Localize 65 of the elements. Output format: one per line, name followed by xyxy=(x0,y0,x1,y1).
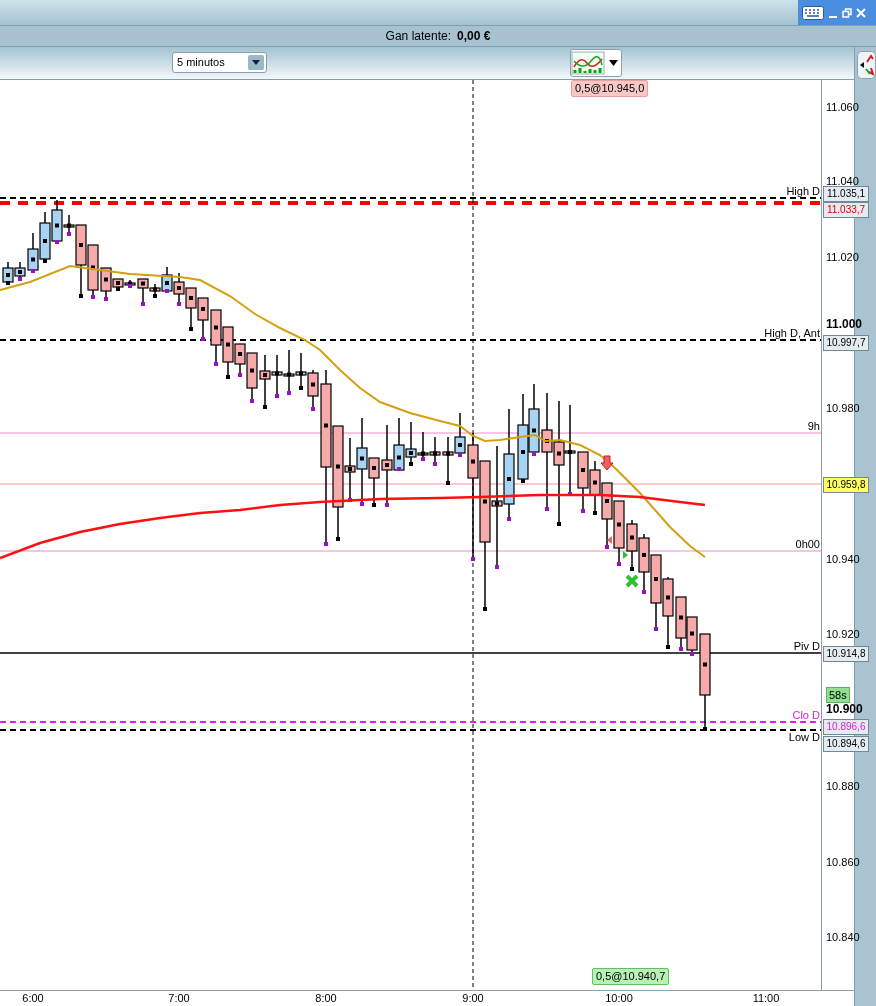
status-value: 0,00 € xyxy=(457,28,491,45)
candle xyxy=(210,309,222,366)
price-tick: 10.940 xyxy=(826,553,860,565)
price-tick: 11.020 xyxy=(826,251,859,263)
restore-icon[interactable] xyxy=(842,7,852,18)
level-label: Low D xyxy=(788,731,820,743)
price-tag: 11.033,7 xyxy=(823,202,869,218)
sell-arrow-icon xyxy=(600,455,614,471)
keyboard-icon[interactable] xyxy=(802,5,824,20)
candle xyxy=(295,352,307,390)
candle xyxy=(613,500,625,566)
candle xyxy=(589,460,601,515)
price-tag: 11.035,1 xyxy=(823,186,869,202)
price-tag: 10.997,7 xyxy=(823,335,869,351)
price-tick: 10.860 xyxy=(826,856,860,868)
time-tick: 9:00 xyxy=(462,992,484,1004)
candle xyxy=(197,297,209,341)
caret-icon xyxy=(609,60,618,66)
time-tick: 8:00 xyxy=(315,992,337,1004)
candle xyxy=(601,482,613,549)
close-icon[interactable] xyxy=(856,7,866,18)
price-tick: 11.000 xyxy=(826,318,863,330)
time-tick: 7:00 xyxy=(168,992,190,1004)
time-tick: 11:00 xyxy=(752,992,780,1004)
panel-toggle-icon[interactable] xyxy=(857,51,876,79)
candle xyxy=(626,519,638,571)
candle xyxy=(173,272,185,306)
candle xyxy=(259,354,271,409)
price-tick: 11.060 xyxy=(826,101,859,113)
candle xyxy=(675,596,687,651)
level-label: Piv D xyxy=(793,640,820,652)
price-tag: 10.896,6 xyxy=(823,719,869,735)
level-label: 9h xyxy=(807,420,820,432)
caret-icon xyxy=(248,55,264,70)
countdown-badge: 58s xyxy=(826,687,850,703)
chart-indicator-icon xyxy=(571,51,605,75)
order-tag: 0,5@10.945,0 xyxy=(571,80,649,97)
price-tag: 10.914,8 xyxy=(823,646,869,662)
price-tick: 10.840 xyxy=(826,931,860,943)
candle xyxy=(185,287,197,331)
time-tick: 6:00 xyxy=(22,992,44,1004)
price-tag: 10.959,8 xyxy=(823,477,869,493)
candle xyxy=(2,261,14,285)
price-tick: 10.920 xyxy=(826,628,860,640)
level-label: High D xyxy=(786,185,820,197)
price-tick: 10.900 xyxy=(826,703,863,715)
time-tick: 10:00 xyxy=(605,992,633,1004)
price-tick: 10.880 xyxy=(826,780,860,792)
level-label: Clo D xyxy=(792,709,820,721)
cross-marker-icon xyxy=(625,574,639,588)
candle xyxy=(638,533,650,594)
price-tag: 10.894,6 xyxy=(823,736,869,752)
order-tag: 0,5@10.940,7 xyxy=(592,968,670,985)
price-tick: 11.040 xyxy=(826,175,859,187)
candle xyxy=(39,211,51,263)
triangle-marker-icon xyxy=(607,536,612,544)
triangle-marker-icon xyxy=(623,551,628,559)
level-label: 0h00 xyxy=(795,538,820,550)
candle xyxy=(271,354,283,398)
timeframe-dropdown[interactable]: 5 minutos xyxy=(172,52,267,73)
status-label: Gan latente: xyxy=(385,28,451,45)
price-tick: 10.980 xyxy=(826,402,860,414)
level-label: High D, Ant xyxy=(764,327,820,339)
candle xyxy=(283,349,295,395)
indicator-button[interactable] xyxy=(570,49,622,77)
